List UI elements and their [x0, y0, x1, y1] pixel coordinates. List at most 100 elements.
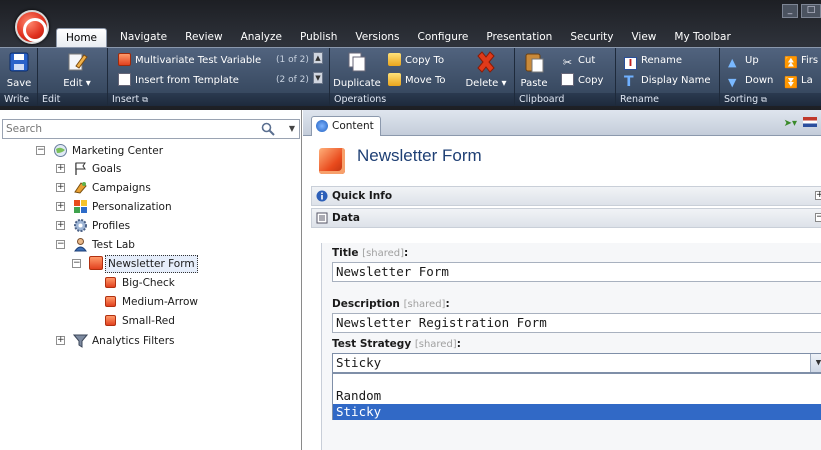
display-name-button[interactable]: T Display Name — [624, 73, 711, 89]
tab-configure[interactable]: Configure — [409, 28, 478, 48]
section-title: Quick Info — [332, 190, 393, 202]
chevron-down-icon[interactable]: ▼ — [289, 124, 295, 133]
sort-down-button[interactable]: ▼ Down — [728, 73, 773, 89]
section-title: Data — [332, 212, 360, 224]
tab-home[interactable]: Home — [56, 28, 108, 48]
collapse-icon[interactable]: − — [56, 240, 65, 249]
duplicate-button[interactable]: Duplicate — [332, 51, 382, 89]
display-name-icon: T — [624, 74, 634, 90]
sorting-label: Sorting — [724, 94, 759, 105]
paste-button[interactable]: Paste — [519, 51, 549, 89]
edit-button[interactable]: Edit ▾ — [60, 51, 94, 89]
collapse-icon[interactable]: − — [72, 259, 81, 268]
insert-from-template-button[interactable]: Insert from Template — [118, 73, 239, 89]
tree-label: Big-Check — [122, 277, 175, 289]
editor-tab-tools: ➤▾ — [784, 117, 817, 129]
expand-icon[interactable]: + — [56, 183, 65, 192]
collapse-icon[interactable]: − — [815, 213, 821, 222]
variation-icon — [105, 296, 116, 307]
option-random[interactable]: Random — [333, 388, 821, 404]
scroll-down-icon[interactable]: ▼ — [313, 72, 323, 84]
search-icon[interactable] — [261, 122, 275, 136]
group-label-operations: Operations — [330, 93, 514, 106]
rename-icon: I — [624, 57, 637, 70]
tab-presentation[interactable]: Presentation — [477, 28, 561, 48]
copy-to-label: Copy To — [405, 55, 445, 66]
tab-view[interactable]: View — [622, 28, 665, 48]
ribbon-toolbar: Save Write Edit ▾ Edit Multivariate Test… — [0, 47, 821, 106]
tree-label: Personalization — [92, 201, 172, 213]
group-rename: I Rename T Display Name Rename — [616, 48, 720, 106]
rename-button[interactable]: I Rename — [624, 53, 682, 70]
expand-icon[interactable]: + — [815, 191, 821, 200]
collapse-icon[interactable]: − — [36, 146, 45, 155]
copy-icon — [561, 73, 574, 86]
group-clipboard: Paste ✂ Cut Copy Clipboard — [515, 48, 616, 106]
group-label-edit: Edit — [38, 93, 107, 106]
editor-tabstrip: Content ➤▾ — [303, 110, 821, 136]
maximize-icon[interactable]: □ — [801, 4, 821, 18]
expand-icon[interactable]: + — [56, 164, 65, 173]
arrow-down-icon: ▼ — [728, 76, 737, 89]
tree-label: Goals — [92, 163, 122, 175]
shared-tag: [shared] — [403, 299, 446, 310]
tab-security[interactable]: Security — [561, 28, 622, 48]
content-editor-panel: Content ➤▾ Newsletter Form Quick Info + … — [303, 110, 821, 450]
section-data[interactable]: Data − — [311, 208, 821, 228]
application-menu-button[interactable] — [15, 10, 49, 44]
move-to-button[interactable]: Move To — [388, 73, 446, 89]
test-strategy-options: Random Sticky — [332, 373, 821, 420]
sort-first-button[interactable]: ⏫ Firs — [784, 53, 818, 69]
variation-icon — [105, 277, 116, 288]
navigate-arrow-icon[interactable]: ➤▾ — [784, 118, 797, 129]
scroll-up-icon[interactable]: ▲ — [313, 52, 323, 64]
search-box: ▼ — [2, 119, 300, 139]
copy-button[interactable]: Copy — [561, 73, 603, 89]
field-colon: : — [456, 338, 461, 350]
paste-label: Paste — [520, 78, 548, 89]
group-label-clipboard: Clipboard — [515, 93, 615, 106]
section-quick-info[interactable]: Quick Info + — [311, 186, 821, 206]
delete-button[interactable]: Delete ▾ — [462, 51, 510, 89]
group-label-sorting: Sorting ⧉ — [720, 93, 821, 106]
expand-icon[interactable]: + — [56, 336, 65, 345]
sort-last-button[interactable]: ⏬ La — [784, 73, 813, 89]
cut-button[interactable]: ✂ Cut — [561, 53, 595, 69]
search-input[interactable] — [3, 120, 243, 138]
sort-up-label: Up — [745, 55, 759, 66]
ribbon-tabs: Home Navigate Review Analyze Publish Ver… — [56, 28, 740, 48]
tab-content[interactable]: Content — [311, 116, 381, 136]
expand-icon[interactable]: + — [56, 202, 65, 211]
edit-pencil-icon — [68, 53, 88, 71]
tab-analyze[interactable]: Analyze — [232, 28, 291, 48]
multivariate-test-variable-button[interactable]: Multivariate Test Variable — [118, 53, 261, 69]
copy-to-button[interactable]: Copy To — [388, 53, 444, 69]
description-field[interactable]: Newsletter Registration Form — [332, 313, 821, 333]
group-insert: Multivariate Test Variable (1 of 2) Inse… — [108, 48, 330, 106]
tab-review[interactable]: Review — [176, 28, 231, 48]
tree-label-selected: Newsletter Form — [105, 255, 198, 273]
clipboard-icon — [525, 53, 544, 73]
tab-publish[interactable]: Publish — [291, 28, 346, 48]
option-sticky[interactable]: Sticky — [333, 404, 821, 420]
copy-label: Copy — [578, 75, 604, 86]
title-field[interactable]: Newsletter Form — [332, 262, 821, 282]
save-button[interactable]: Save — [4, 51, 34, 89]
minimize-icon[interactable]: _ — [782, 4, 798, 18]
dialog-launcher-icon[interactable]: ⧉ — [142, 95, 148, 104]
tree-label: Medium-Arrow — [122, 296, 198, 308]
language-flag-icon[interactable] — [803, 117, 817, 127]
group-write: Save Write — [0, 48, 38, 106]
sort-up-button[interactable]: ▲ Up — [728, 53, 759, 69]
sort-down-label: Down — [745, 75, 774, 86]
tab-versions[interactable]: Versions — [346, 28, 408, 48]
expand-icon[interactable]: + — [56, 221, 65, 230]
tab-my-toolbar[interactable]: My Toolbar — [665, 28, 739, 48]
chevron-down-icon[interactable]: ▼ — [810, 354, 821, 372]
test-strategy-select[interactable]: Sticky ▼ — [332, 353, 821, 373]
tree-label: Small-Red — [122, 315, 175, 327]
scissors-icon: ✂ — [562, 56, 573, 69]
dialog-launcher-icon[interactable]: ⧉ — [761, 95, 767, 104]
tab-navigate[interactable]: Navigate — [111, 28, 176, 48]
save-label: Save — [6, 78, 32, 89]
